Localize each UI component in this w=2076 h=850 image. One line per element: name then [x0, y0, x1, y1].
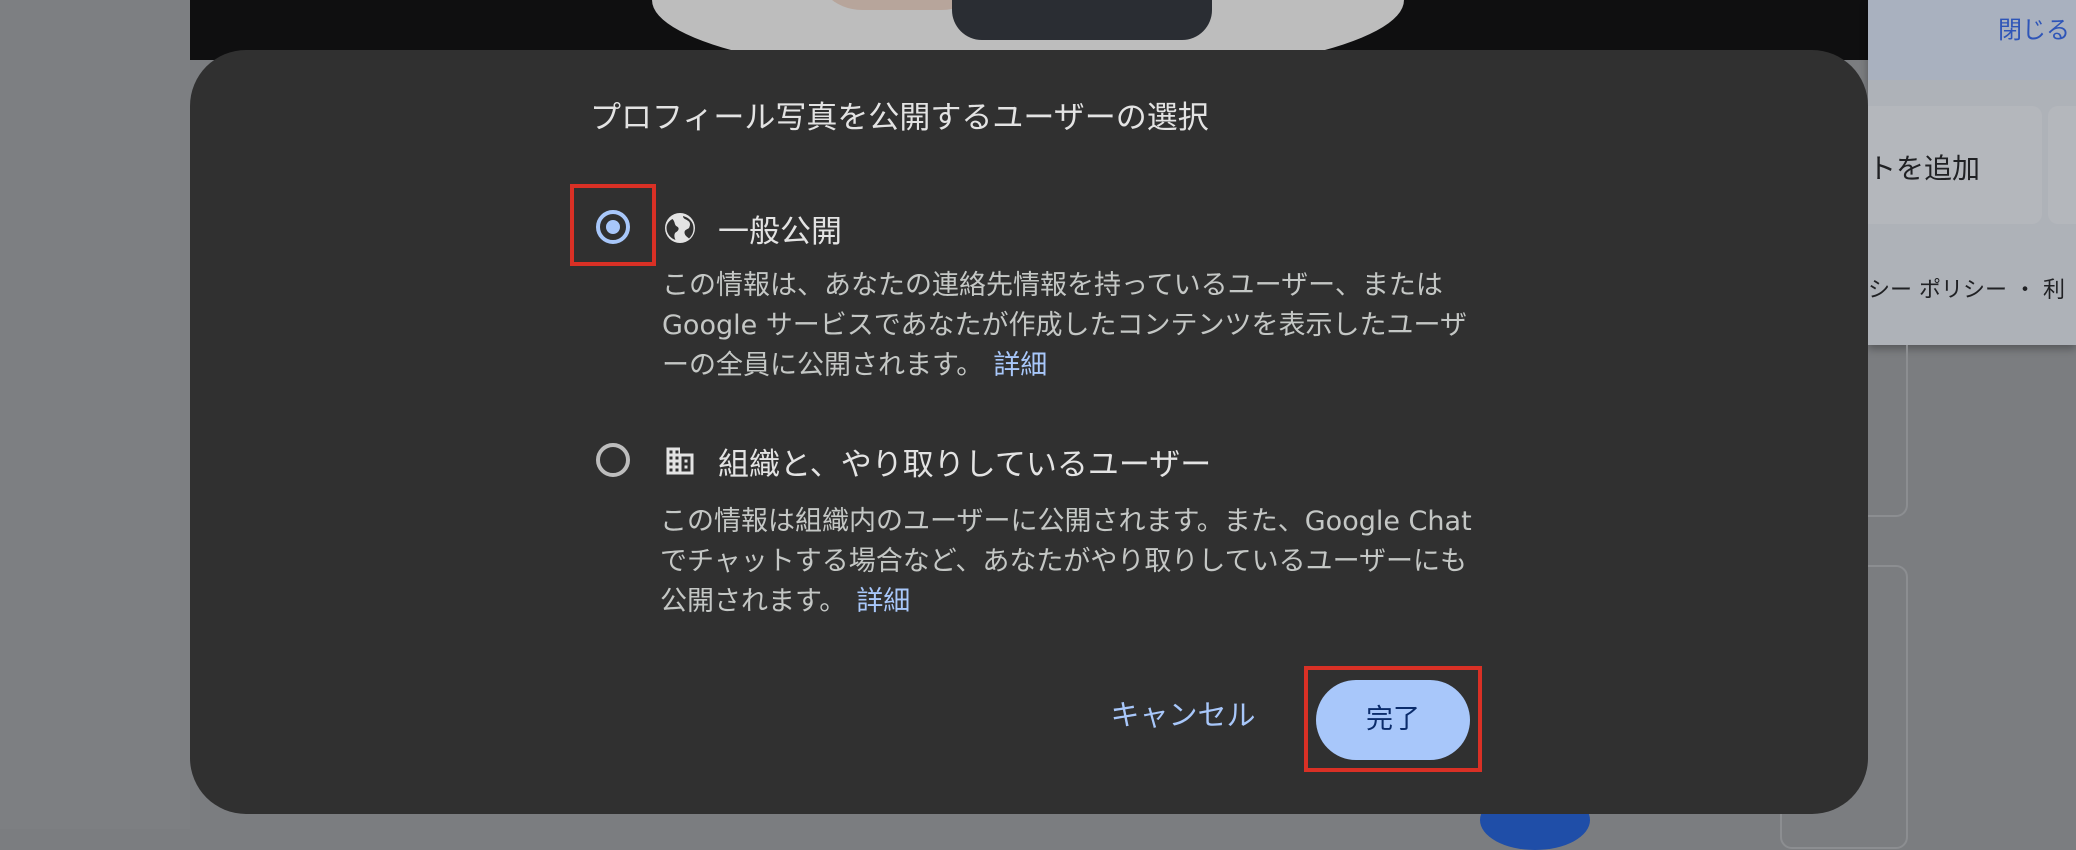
option-description-public: この情報は、あなたの連絡先情報を持っているユーザー、または Google サービ…	[662, 266, 1477, 386]
description-text: この情報は組織内のユーザーに公開されます。また、Google Chat でチャッ…	[660, 506, 1472, 617]
learn-more-link[interactable]: 詳細	[856, 586, 910, 617]
option-label-organization: 組織と、やり取りしているユーザー	[718, 447, 1212, 483]
cancel-button[interactable]: キャンセル	[1098, 685, 1268, 745]
option-description-organization: この情報は組織内のユーザーに公開されます。また、Google Chat でチャッ…	[660, 502, 1475, 622]
description-text: この情報は、あなたの連絡先情報を持っているユーザー、または Google サービ…	[662, 270, 1467, 381]
option-label-public: 一般公開	[718, 214, 842, 250]
add-text: トを追加	[1868, 152, 1981, 185]
add-card-secondary[interactable]	[2048, 106, 2076, 224]
visibility-dialog: プロフィール写真を公開するユーザーの選択 一般公開 この情報は、あなたの連絡先情…	[190, 50, 1868, 814]
learn-more-link[interactable]: 詳細	[993, 350, 1047, 381]
radio-public[interactable]	[596, 210, 630, 244]
radio-organization[interactable]	[596, 443, 630, 477]
background-side-panel: 閉じる トを追加 シー ポリシー ・ 利	[1868, 0, 2076, 345]
globe-icon	[665, 213, 695, 243]
photo-suit	[952, 0, 1212, 40]
background-page-left	[0, 0, 190, 829]
dialog-title: プロフィール写真を公開するユーザーの選択	[590, 100, 1209, 136]
domain-icon	[666, 447, 694, 475]
privacy-policy-link[interactable]: シー ポリシー ・ 利	[1868, 272, 2065, 304]
done-button[interactable]: 完了	[1316, 680, 1470, 760]
close-link[interactable]: 閉じる	[1998, 10, 2070, 45]
